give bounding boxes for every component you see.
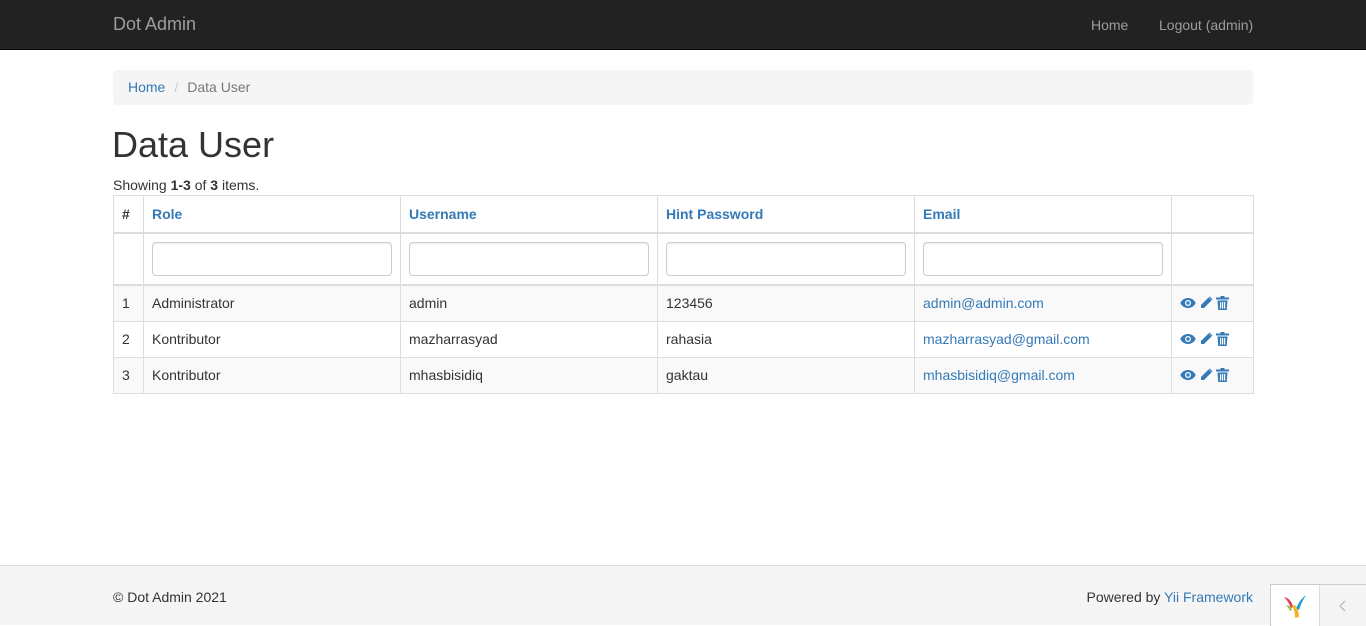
row-email-link[interactable]: mhasbisidiq@gmail.com (923, 367, 1075, 383)
row-hint-password: rahasia (657, 320, 915, 358)
debug-toolbar (1270, 584, 1366, 626)
row-number: 3 (113, 356, 144, 394)
row-email-cell: mazharrasyad@gmail.com (914, 320, 1172, 358)
column-header-number: # (113, 195, 144, 234)
column-header-hint-password: Hint Password (657, 195, 915, 234)
row-email-cell: admin@admin.com (914, 284, 1172, 322)
row-role: Kontributor (143, 320, 401, 358)
filter-cell-role (143, 232, 401, 286)
table-filter-row (113, 232, 1254, 286)
row-actions (1171, 320, 1254, 358)
row-email-link[interactable]: admin@admin.com (923, 295, 1044, 311)
pencil-icon[interactable] (1199, 332, 1213, 346)
pencil-icon[interactable] (1199, 368, 1213, 382)
row-hint-password: 123456 (657, 284, 915, 322)
sort-email-link[interactable]: Email (923, 206, 960, 222)
breadcrumb: Home / Data User (113, 70, 1253, 105)
eye-icon[interactable] (1180, 333, 1196, 345)
nav-home-link[interactable]: Home (1091, 16, 1128, 34)
trash-icon[interactable] (1216, 368, 1229, 382)
summary-suffix: items. (218, 177, 260, 193)
row-hint-password: gaktau (657, 356, 915, 394)
eye-icon[interactable] (1180, 369, 1196, 381)
yii-logo-icon[interactable] (1271, 585, 1320, 626)
row-email-link[interactable]: mazharrasyad@gmail.com (923, 331, 1090, 347)
filter-cell-email (914, 232, 1172, 286)
summary-range: 1-3 (170, 177, 191, 193)
row-username: mazharrasyad (400, 320, 658, 358)
sort-username-link[interactable]: Username (409, 206, 477, 222)
row-actions (1171, 356, 1254, 394)
row-email-cell: mhasbisidiq@gmail.com (914, 356, 1172, 394)
column-header-email: Email (914, 195, 1172, 234)
role-filter-input[interactable] (152, 242, 392, 276)
pencil-icon[interactable] (1199, 296, 1213, 310)
summary-prefix: Showing (113, 177, 171, 193)
column-header-actions (1171, 195, 1254, 234)
sort-hint-password-link[interactable]: Hint Password (666, 206, 763, 222)
row-number: 1 (113, 284, 144, 322)
column-header-username: Username (400, 195, 658, 234)
yii-framework-link[interactable]: Yii Framework (1164, 589, 1253, 605)
footer-powered-by: Powered by Yii Framework (1086, 589, 1253, 605)
footer: © Dot Admin 2021 Powered by Yii Framewor… (0, 565, 1366, 626)
page-title: Data User (112, 124, 275, 165)
filter-cell-actions (1171, 232, 1254, 286)
summary-total: 3 (210, 177, 219, 193)
grid-summary: Showing 1-3 of 3 items. (113, 177, 259, 193)
chevron-left-icon[interactable] (1320, 585, 1366, 626)
table-row: 1 Administrator admin 123456 admin@admin… (113, 284, 1254, 322)
summary-of: of (190, 177, 211, 193)
navbar: Dot Admin Home Logout (admin) (0, 0, 1366, 50)
eye-icon[interactable] (1180, 297, 1196, 309)
breadcrumb-separator: / (174, 79, 179, 95)
breadcrumb-current: Data User (187, 79, 251, 95)
brand-link[interactable]: Dot Admin (113, 14, 196, 34)
row-username: admin (400, 284, 658, 322)
table-header-row: # Role Username Hint Password Email (113, 195, 1254, 234)
row-role: Kontributor (143, 356, 401, 394)
filter-cell-empty (113, 232, 144, 286)
table-row: 2 Kontributor mazharrasyad rahasia mazha… (113, 320, 1254, 358)
trash-icon[interactable] (1216, 332, 1229, 346)
username-filter-input[interactable] (409, 242, 649, 276)
nav-logout-link[interactable]: Logout (admin) (1159, 16, 1253, 34)
filter-cell-hint-password (657, 232, 915, 286)
user-grid-table: # Role Username Hint Password Email 1 Ad… (113, 195, 1254, 394)
row-role: Administrator (143, 284, 401, 322)
row-actions (1171, 284, 1254, 322)
table-row: 3 Kontributor mhasbisidiq gaktau mhasbis… (113, 356, 1254, 394)
row-username: mhasbisidiq (400, 356, 658, 394)
trash-icon[interactable] (1216, 296, 1229, 311)
row-number: 2 (113, 320, 144, 358)
breadcrumb-home-link[interactable]: Home (128, 79, 165, 95)
filter-cell-username (400, 232, 658, 286)
hint-password-filter-input[interactable] (666, 242, 906, 276)
column-header-role: Role (143, 195, 401, 234)
footer-copyright: © Dot Admin 2021 (113, 589, 227, 605)
sort-role-link[interactable]: Role (152, 206, 182, 222)
email-filter-input[interactable] (923, 242, 1163, 276)
powered-by-prefix: Powered by (1086, 589, 1165, 605)
